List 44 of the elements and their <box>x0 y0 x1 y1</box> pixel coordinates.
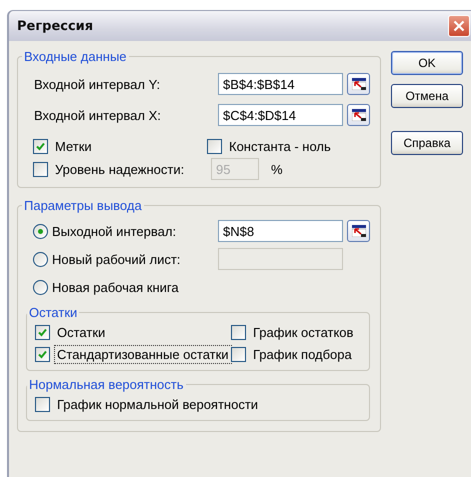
radio-label: Новая рабочая книга <box>52 280 179 294</box>
group-title: Параметры вывода <box>23 198 143 213</box>
group-title: Нормальная вероятность <box>28 377 185 392</box>
radio-label: Выходной интервал: <box>52 224 176 238</box>
table-arrow-icon <box>352 109 366 121</box>
checkbox[interactable] <box>35 396 50 412</box>
close-button[interactable] <box>448 15 470 37</box>
checkbox-label: График остатков <box>252 324 354 342</box>
range-select-button[interactable] <box>347 104 370 126</box>
checkbox-label: График нормальной вероятности <box>56 396 260 414</box>
checkbox-label: Остатки <box>56 324 106 342</box>
checkbox[interactable] <box>35 346 50 362</box>
input-field[interactable]: $N$8 <box>218 220 343 242</box>
checkbox-label: График подбора <box>252 346 353 364</box>
group-title: Остатки <box>28 305 78 320</box>
range-select-button[interactable] <box>347 220 370 242</box>
checkbox[interactable] <box>231 324 246 340</box>
dialog-button[interactable]: Отмена <box>391 84 463 108</box>
checkbox[interactable] <box>207 138 222 154</box>
radio-button[interactable] <box>33 280 48 294</box>
radio-label: Новый рабочий лист: <box>52 252 180 266</box>
check-icon <box>37 348 48 360</box>
input-field[interactable]: $C$4:$D$14 <box>218 104 343 126</box>
checkbox-label: Константа - ноль <box>228 138 332 156</box>
field-label: Входной интервал X: <box>34 108 162 122</box>
checkbox-label: Уровень надежности: <box>54 160 186 178</box>
radio-button[interactable] <box>33 224 48 238</box>
range-select-button[interactable] <box>347 73 370 95</box>
table-arrow-icon <box>352 78 366 90</box>
dialog-button[interactable]: OK <box>391 51 463 75</box>
checkbox[interactable] <box>35 324 50 340</box>
field-label: Входной интервал Y: <box>34 76 162 92</box>
dialog-button[interactable]: Справка <box>391 131 463 155</box>
close-icon <box>453 20 465 32</box>
checkbox[interactable] <box>33 138 48 154</box>
check-icon <box>37 326 48 338</box>
unit-label: % <box>271 162 283 176</box>
checkbox-label: Метки <box>54 138 93 156</box>
check-icon <box>35 140 46 152</box>
window-title: Регрессия <box>17 18 94 34</box>
checkbox[interactable] <box>231 346 246 362</box>
input-field[interactable]: $B$4:$B$14 <box>218 73 343 95</box>
table-arrow-icon <box>352 225 366 237</box>
group-title: Входные данные <box>23 49 128 64</box>
